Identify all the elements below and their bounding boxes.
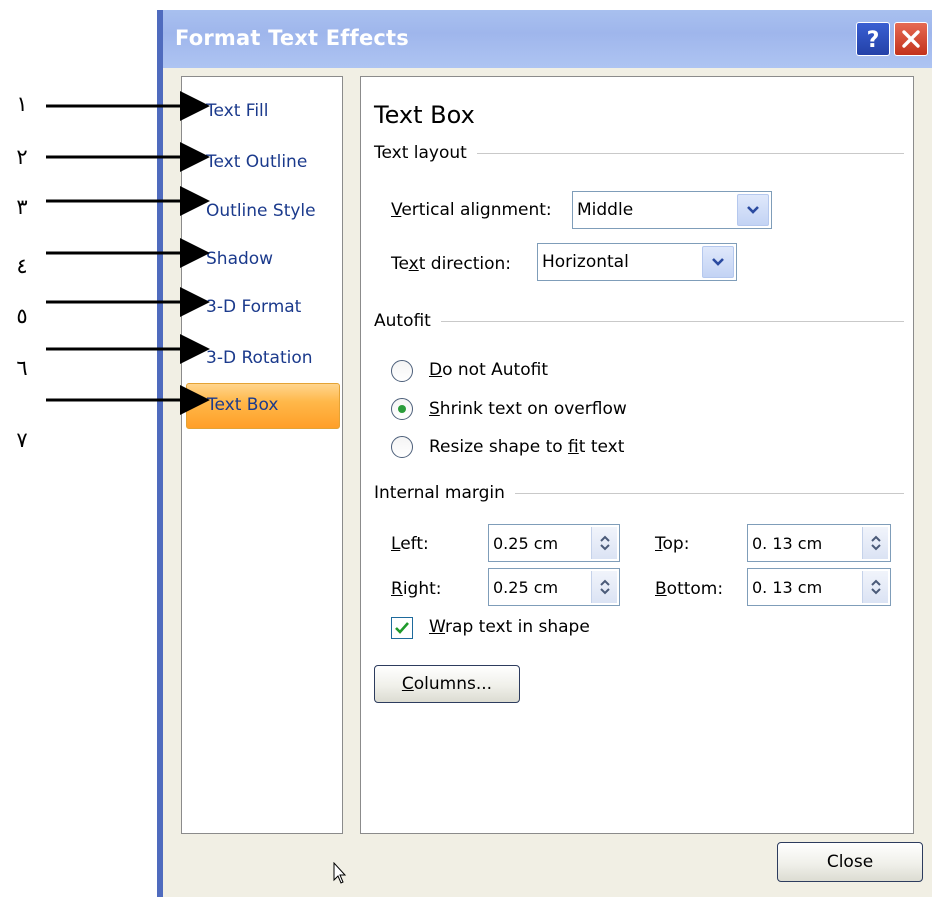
annotation-arrows [46,91,210,415]
